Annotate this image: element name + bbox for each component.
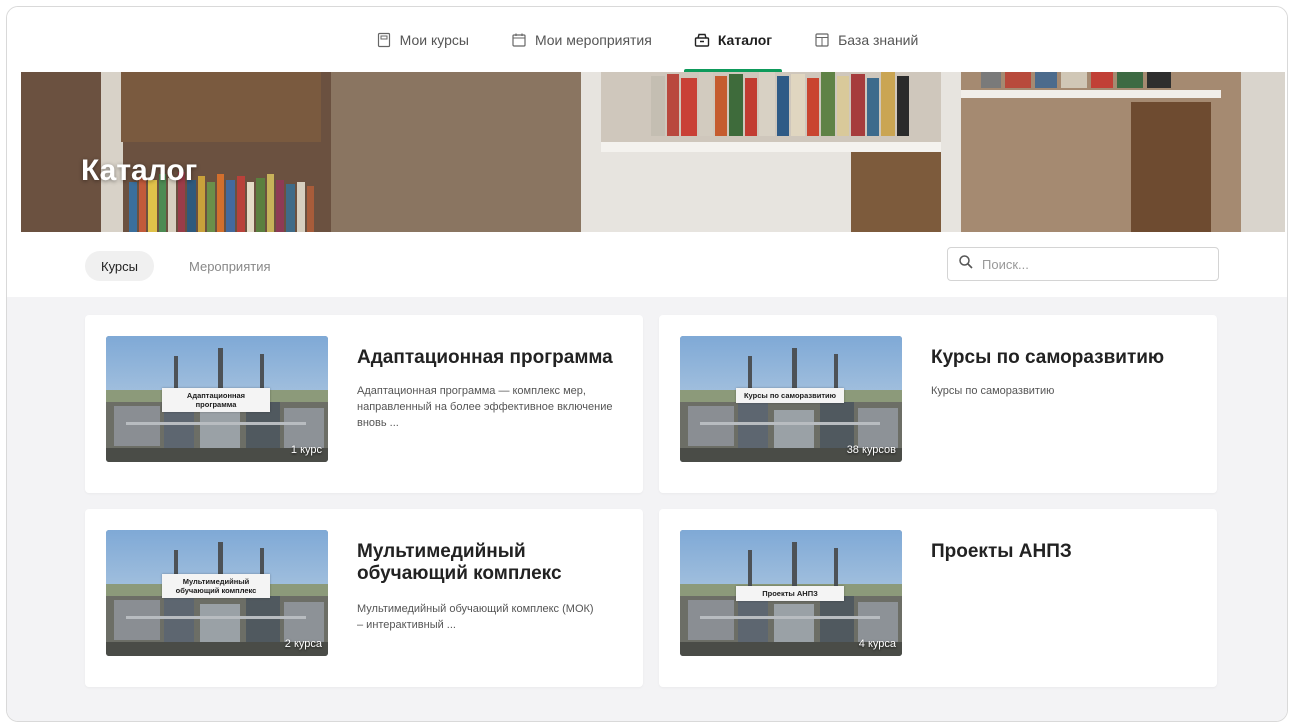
- thumbnail-caption: Проекты АНПЗ: [736, 586, 844, 601]
- catalog-card[interactable]: Адаптационная программа 1 курс Адаптацио…: [85, 315, 643, 493]
- catalog-icon: [694, 32, 710, 48]
- card-description: Адаптационная программа — комплекс мер, …: [357, 385, 613, 429]
- thumbnail-caption: Адаптационная программа: [162, 388, 270, 412]
- nav-label: Каталог: [717, 31, 773, 48]
- catalog-grid: Адаптационная программа 1 курс Адаптацио…: [7, 297, 1287, 721]
- card-thumbnail: Проекты АНПЗ 4 курса: [680, 530, 902, 656]
- bookshelf-image: [21, 72, 1285, 232]
- tab-label: Мероприятия: [189, 258, 271, 274]
- card-thumbnail: Адаптационная программа 1 курс: [106, 336, 328, 462]
- card-title: Мультимедийный обучающий комплекс: [357, 541, 562, 584]
- top-navigation: Мои курсы Мои мероприятия Каталог База з…: [7, 7, 1287, 72]
- card-description: Мультимедийный обучающий комплекс (МОК) …: [357, 603, 594, 631]
- course-count: 1 курс: [290, 444, 322, 456]
- hero-banner: Каталог: [21, 72, 1285, 232]
- catalog-card[interactable]: Проекты АНПЗ 4 курса Проекты АНПЗ: [659, 509, 1217, 687]
- course-icon: [376, 32, 392, 48]
- tab-events[interactable]: Мероприятия: [173, 251, 287, 281]
- card-title: Курсы по саморазвитию: [931, 347, 1165, 368]
- page-title: Каталог: [81, 154, 198, 187]
- course-count: 2 курса: [284, 638, 322, 650]
- nav-label: База знаний: [838, 31, 919, 48]
- course-count: 38 курсов: [846, 444, 896, 456]
- thumbnail-caption: Курсы по саморазвитию: [736, 388, 844, 403]
- nav-item-my-events[interactable]: Мои мероприятия: [493, 7, 670, 72]
- tab-label: Курсы: [101, 258, 139, 274]
- filter-bar: Курсы Мероприятия: [7, 233, 1287, 297]
- calendar-icon: [511, 32, 527, 48]
- catalog-card[interactable]: Курсы по саморазвитию 38 курсов Курсы по…: [659, 315, 1217, 493]
- search-input[interactable]: [982, 256, 1202, 272]
- nav-item-knowledge-base[interactable]: База знаний: [796, 7, 936, 72]
- catalog-card[interactable]: Мультимедийный обучающий комплекс 2 курс…: [85, 509, 643, 687]
- card-thumbnail: Курсы по саморазвитию 38 курсов: [680, 336, 902, 462]
- course-count: 4 курса: [858, 638, 896, 650]
- card-thumbnail: Мультимедийный обучающий комплекс 2 курс…: [106, 530, 328, 656]
- search-icon: [958, 254, 974, 275]
- thumbnail-caption: Мультимедийный обучающий комплекс: [162, 574, 270, 598]
- card-title: Адаптационная программа: [357, 347, 613, 368]
- knowledge-base-icon: [814, 32, 830, 48]
- app-window: Мои курсы Мои мероприятия Каталог База з…: [6, 6, 1288, 722]
- nav-label: Мои курсы: [399, 31, 469, 48]
- card-description: Курсы по саморазвитию: [931, 385, 1055, 397]
- search-box: [947, 247, 1219, 281]
- nav-item-my-courses[interactable]: Мои курсы: [358, 7, 487, 72]
- nav-item-catalog[interactable]: Каталог: [676, 7, 790, 72]
- card-title: Проекты АНПЗ: [931, 541, 1072, 562]
- nav-label: Мои мероприятия: [534, 31, 652, 48]
- tab-courses[interactable]: Курсы: [85, 251, 155, 281]
